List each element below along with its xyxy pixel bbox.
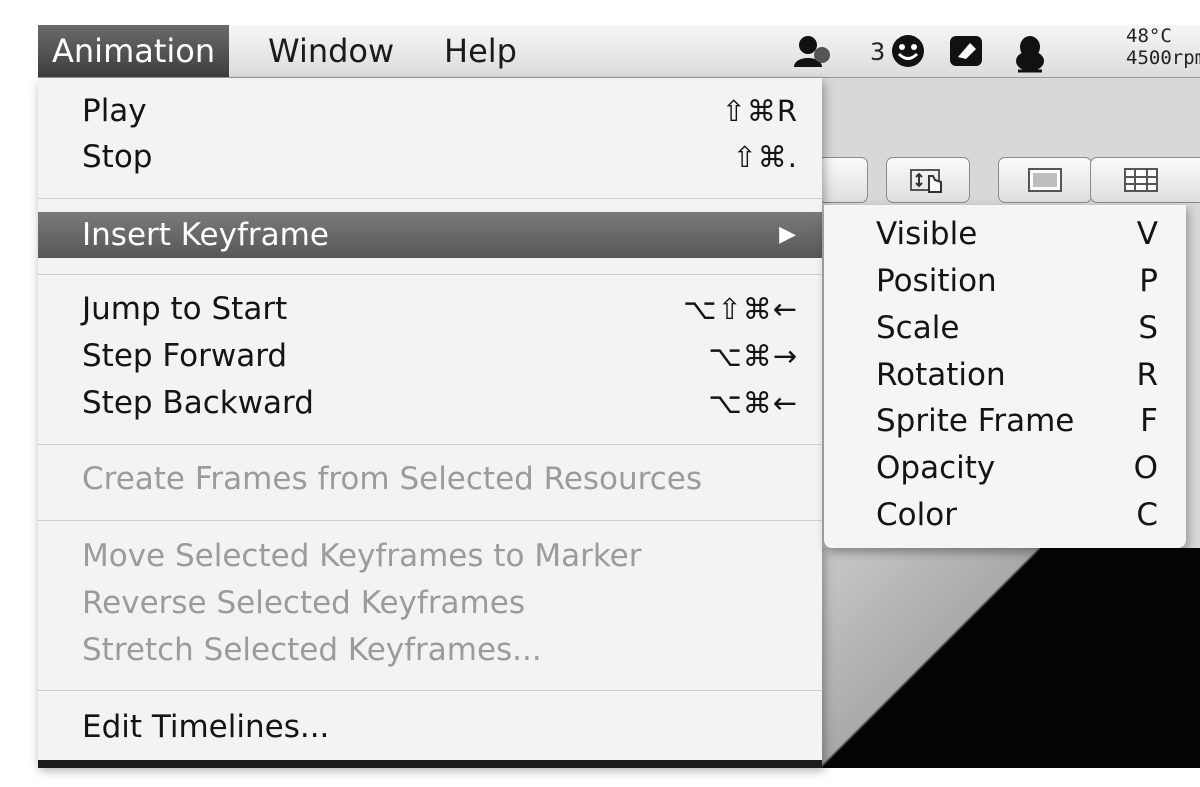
screenshot-frame: Animation Window Help 3 48°C 4500rpm Pla…: [0, 0, 1200, 787]
animation-menu-dropdown: Play ⇧⌘R Stop ⇧⌘. Insert Keyframe ▶ Jump…: [38, 78, 822, 766]
menu-item-insert-keyframe[interactable]: Insert Keyframe ▶: [38, 212, 822, 258]
submenu-item-color[interactable]: Color C: [824, 492, 1186, 538]
toolbar-button-image[interactable]: [998, 157, 1092, 203]
menu-item-label: Reverse Selected Keyframes: [82, 585, 525, 621]
submenu-item-shortcut: V: [1136, 216, 1158, 252]
submenu-item-shortcut: R: [1136, 357, 1158, 393]
submenu-item-opacity[interactable]: Opacity O: [824, 445, 1186, 491]
window-bottom-edge: [38, 760, 822, 768]
system-temp-readout: 48°C 4500rpm: [1126, 25, 1200, 69]
menu-item-label: Step Forward: [82, 338, 288, 374]
menu-item-label: Play: [82, 93, 147, 129]
menu-item-shortcut: ⌥⇧⌘←: [682, 292, 798, 326]
submenu-item-sprite-frame[interactable]: Sprite Frame F: [824, 398, 1186, 444]
submenu-item-rotation[interactable]: Rotation R: [824, 352, 1186, 398]
submenu-item-label: Position: [876, 263, 997, 299]
menu-item-label: Insert Keyframe: [82, 217, 329, 253]
menu-item-stretch-keyframes[interactable]: Stretch Selected Keyframes...: [38, 627, 822, 673]
menu-item-shortcut: ⌥⌘←: [708, 386, 798, 420]
menu-item-play[interactable]: Play ⇧⌘R: [38, 88, 822, 134]
menu-item-label: Step Backward: [82, 385, 314, 421]
grid-icon: [1124, 168, 1158, 192]
menu-window[interactable]: Window: [254, 25, 408, 77]
menu-separator: [38, 690, 822, 691]
submenu-item-label: Sprite Frame: [876, 403, 1075, 439]
submenu-item-label: Visible: [876, 216, 978, 252]
submenu-item-scale[interactable]: Scale S: [824, 305, 1186, 351]
menu-separator: [38, 520, 822, 521]
menu-item-step-forward[interactable]: Step Forward ⌥⌘→: [38, 333, 822, 379]
submenu-item-shortcut: O: [1133, 450, 1158, 486]
submenu-item-shortcut: S: [1138, 310, 1158, 346]
temperature-label: 48°C: [1126, 25, 1172, 47]
menu-animation[interactable]: Animation: [38, 25, 230, 77]
penguin-icon[interactable]: [1010, 33, 1050, 73]
menu-item-edit-timelines[interactable]: Edit Timelines...: [38, 704, 822, 750]
menu-item-reverse-keyframes[interactable]: Reverse Selected Keyframes: [38, 580, 822, 626]
menu-item-step-backward[interactable]: Step Backward ⌥⌘←: [38, 380, 822, 426]
submenu-item-label: Opacity: [876, 450, 996, 486]
menu-bar: Animation Window Help 3 48°C 4500rpm: [38, 25, 1200, 78]
menu-item-label: Jump to Start: [82, 291, 288, 327]
toolbar-button-grid[interactable]: [1090, 157, 1200, 203]
submenu-item-position[interactable]: Position P: [824, 258, 1186, 304]
image-icon: [1028, 168, 1062, 192]
menu-item-jump-to-start[interactable]: Jump to Start ⌥⇧⌘←: [38, 286, 822, 332]
menu-help[interactable]: Help: [430, 25, 531, 77]
submenu-item-shortcut: C: [1136, 497, 1158, 533]
menu-item-label: Stop: [82, 139, 153, 175]
insert-keyframe-submenu: Visible V Position P Scale S Rotation R …: [824, 205, 1186, 548]
menu-item-label: Stretch Selected Keyframes...: [82, 632, 542, 668]
menu-item-stop[interactable]: Stop ⇧⌘.: [38, 134, 822, 180]
menu-separator: [38, 198, 822, 199]
menu-item-label: Create Frames from Selected Resources: [82, 461, 702, 497]
resize-hand-icon: [910, 169, 942, 193]
submenu-item-label: Scale: [876, 310, 960, 346]
submenu-item-label: Rotation: [876, 357, 1006, 393]
menu-item-label: Move Selected Keyframes to Marker: [82, 538, 642, 574]
menu-item-shortcut: ⇧⌘.: [732, 140, 798, 174]
menu-item-shortcut: ⌥⌘→: [708, 339, 798, 373]
eraser-icon[interactable]: [946, 33, 986, 69]
menu-item-move-keyframes[interactable]: Move Selected Keyframes to Marker: [38, 533, 822, 579]
toolbar-button-resize[interactable]: [886, 157, 970, 203]
submenu-item-shortcut: P: [1139, 263, 1158, 299]
menu-item-label: Edit Timelines...: [82, 709, 330, 745]
menu-item-create-frames[interactable]: Create Frames from Selected Resources: [38, 456, 822, 502]
menu-item-shortcut: ⇧⌘R: [721, 94, 798, 128]
submenu-item-label: Color: [876, 497, 957, 533]
notification-count: 3: [870, 38, 886, 66]
chat-people-icon[interactable]: [790, 33, 838, 69]
submenu-item-visible[interactable]: Visible V: [824, 211, 1186, 257]
fan-speed-label: 4500rpm: [1126, 47, 1200, 69]
smiley-icon[interactable]: [888, 33, 928, 69]
toolbar-button-left[interactable]: [818, 157, 868, 203]
canvas-shape: [820, 548, 1040, 768]
submenu-item-shortcut: F: [1140, 403, 1158, 439]
submenu-arrow-icon: ▶: [779, 222, 796, 247]
menu-separator: [38, 444, 822, 445]
menu-separator: [38, 274, 822, 275]
